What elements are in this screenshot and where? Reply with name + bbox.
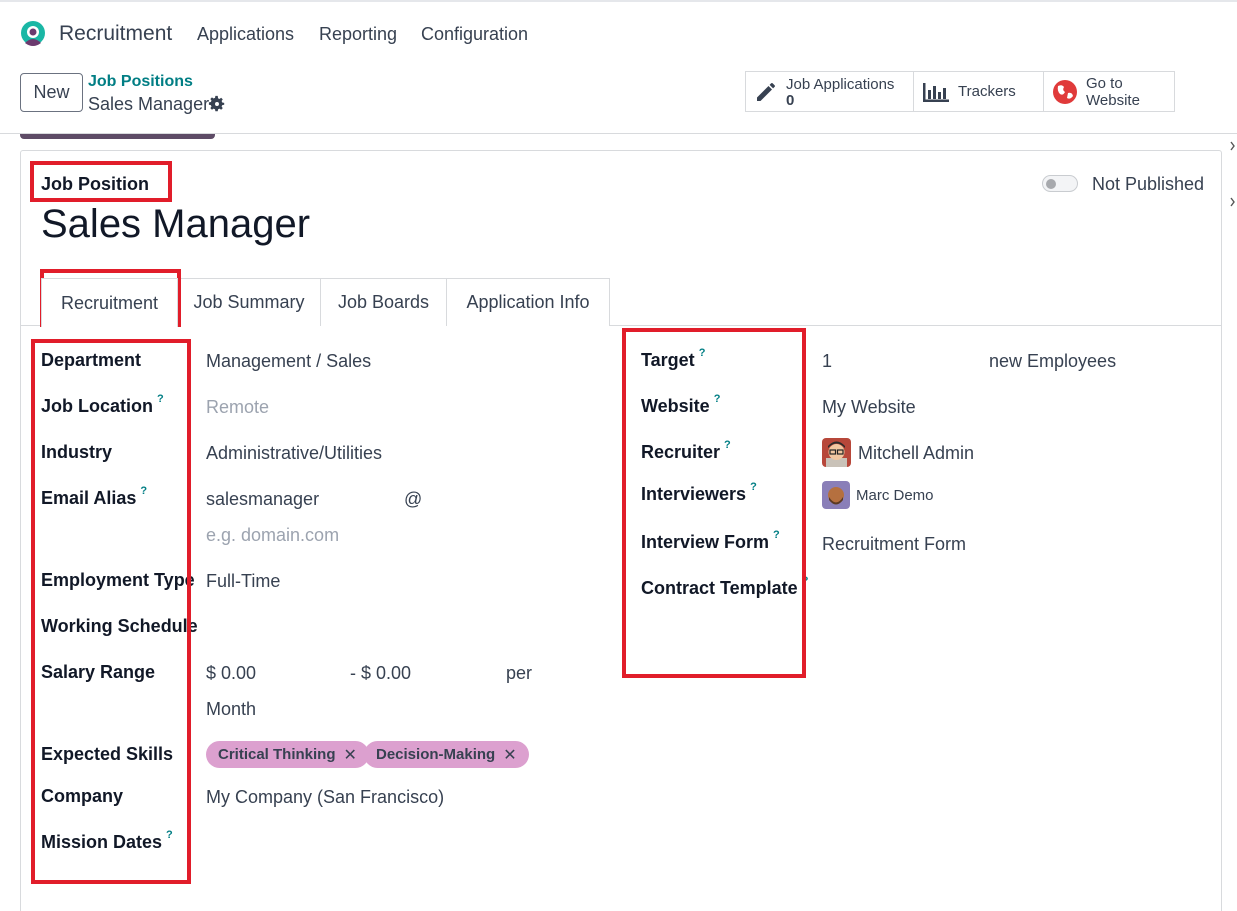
help-icon[interactable]: ? bbox=[802, 575, 809, 587]
target-unit: new Employees bbox=[989, 351, 1117, 371]
employment-type-label: Employment Type bbox=[41, 570, 195, 590]
smart-buttons: Job Applications 0 Trackers Go to Websit… bbox=[745, 71, 1175, 112]
salary-per-label: per bbox=[506, 663, 533, 683]
recruiter-field[interactable]: Mitchell Admin bbox=[858, 443, 974, 464]
email-alias-label: Email Alias? bbox=[41, 485, 148, 508]
trackers-label: Trackers bbox=[958, 83, 1016, 100]
job-location-field[interactable]: Remote bbox=[206, 397, 269, 418]
app-name[interactable]: Recruitment bbox=[59, 22, 172, 46]
industry-label: Industry bbox=[41, 442, 113, 462]
help-icon[interactable]: ? bbox=[166, 829, 173, 841]
interviewers-label: Interviewers? bbox=[641, 481, 757, 504]
website-label-line2: Website bbox=[1086, 91, 1140, 109]
job-applications-count: 0 bbox=[786, 91, 795, 109]
trackers-button[interactable]: Trackers bbox=[914, 71, 1044, 112]
interviewer-tag[interactable]: Marc Demo bbox=[856, 487, 934, 504]
top-navbar: Recruitment Applications Reporting Confi… bbox=[0, 0, 1237, 64]
go-to-website-button[interactable]: Go to Website bbox=[1044, 71, 1175, 112]
website-field[interactable]: My Website bbox=[822, 397, 916, 418]
salary-min-field[interactable]: $ 0.00 bbox=[206, 663, 256, 684]
target-field[interactable]: 1 bbox=[822, 351, 832, 372]
help-icon[interactable]: ? bbox=[750, 481, 757, 493]
website-label-line1: Go to bbox=[1086, 74, 1123, 92]
contract-template-label: Contract Template? bbox=[641, 575, 809, 598]
toggle-knob bbox=[1046, 179, 1056, 189]
help-icon[interactable]: ? bbox=[714, 393, 721, 405]
email-at-sign: @ bbox=[404, 489, 423, 509]
menu-reporting[interactable]: Reporting bbox=[319, 24, 397, 45]
form-sheet bbox=[20, 150, 1222, 911]
remove-tag-icon[interactable]: ✕ bbox=[344, 745, 357, 765]
salary-period-field[interactable]: Month bbox=[206, 699, 256, 720]
bar-chart-icon bbox=[923, 82, 949, 102]
publish-toggle[interactable] bbox=[1042, 175, 1078, 192]
working-schedule-field[interactable] bbox=[206, 617, 506, 639]
company-field[interactable]: My Company (San Francisco) bbox=[206, 787, 444, 808]
gear-icon[interactable] bbox=[208, 95, 226, 113]
help-icon[interactable]: ? bbox=[699, 347, 706, 359]
interview-form-label: Interview Form? bbox=[641, 529, 780, 552]
tab-job-boards[interactable]: Job Boards bbox=[320, 278, 447, 326]
globe-icon bbox=[1053, 79, 1077, 104]
breadcrumb-job-positions[interactable]: Job Positions bbox=[88, 73, 193, 91]
job-applications-button[interactable]: Job Applications 0 bbox=[745, 71, 914, 112]
purple-strip bbox=[20, 134, 215, 139]
skill-tag-label: Decision-Making bbox=[376, 746, 496, 763]
skill-tag-critical-thinking: Critical Thinking ✕ bbox=[206, 741, 369, 768]
help-icon[interactable]: ? bbox=[773, 529, 780, 541]
help-icon[interactable]: ? bbox=[157, 393, 164, 405]
scrollbar[interactable] bbox=[1230, 140, 1237, 911]
menu-configuration[interactable]: Configuration bbox=[421, 24, 528, 45]
industry-field[interactable]: Administrative/Utilities bbox=[206, 443, 382, 464]
job-position-label: Job Position bbox=[41, 174, 149, 194]
breadcrumb-current: Sales Manager bbox=[88, 94, 210, 114]
job-location-label: Job Location? bbox=[41, 393, 164, 416]
tab-job-summary[interactable]: Job Summary bbox=[177, 278, 321, 326]
mission-dates-label: Mission Dates? bbox=[41, 829, 173, 852]
publish-status: Not Published bbox=[1092, 174, 1205, 194]
skill-tag-label: Critical Thinking bbox=[218, 746, 336, 763]
working-schedule-label: Working Schedule bbox=[41, 616, 198, 636]
skill-tag-decision-making: Decision-Making ✕ bbox=[364, 741, 529, 768]
salary-range-label: Salary Range bbox=[41, 662, 156, 682]
marc-demo-avatar[interactable] bbox=[822, 481, 850, 509]
tab-application-info[interactable]: Application Info bbox=[446, 278, 610, 326]
help-icon[interactable]: ? bbox=[140, 485, 147, 497]
new-button[interactable]: New bbox=[20, 73, 83, 112]
website-label: Website? bbox=[641, 393, 721, 416]
salary-max-field[interactable]: - $ 0.00 bbox=[350, 663, 411, 684]
email-alias-field[interactable]: salesmanager bbox=[206, 489, 319, 510]
department-label: Department bbox=[41, 350, 142, 370]
employment-type-field[interactable]: Full-Time bbox=[206, 571, 280, 592]
job-applications-label: Job Applications bbox=[786, 75, 895, 93]
company-label: Company bbox=[41, 786, 124, 806]
job-title-field[interactable]: Sales Manager bbox=[41, 202, 310, 247]
email-domain-field[interactable]: e.g. domain.com bbox=[206, 525, 339, 546]
interview-form-field[interactable]: Recruitment Form bbox=[822, 534, 966, 555]
department-field[interactable]: Management / Sales bbox=[206, 351, 371, 372]
pencil-icon bbox=[757, 82, 775, 101]
tab-recruitment[interactable]: Recruitment bbox=[41, 278, 178, 327]
menu-applications[interactable]: Applications bbox=[197, 24, 294, 45]
expected-skills-label: Expected Skills bbox=[41, 744, 174, 764]
target-label: Target? bbox=[641, 347, 706, 370]
help-icon[interactable]: ? bbox=[724, 439, 731, 451]
recruitment-logo-icon[interactable] bbox=[18, 19, 48, 49]
control-panel: New Job Positions Sales Manager Job Appl… bbox=[0, 64, 1237, 134]
mitchell-admin-avatar[interactable] bbox=[822, 438, 851, 467]
recruiter-label: Recruiter? bbox=[641, 439, 731, 462]
remove-tag-icon[interactable]: ✕ bbox=[503, 745, 516, 765]
